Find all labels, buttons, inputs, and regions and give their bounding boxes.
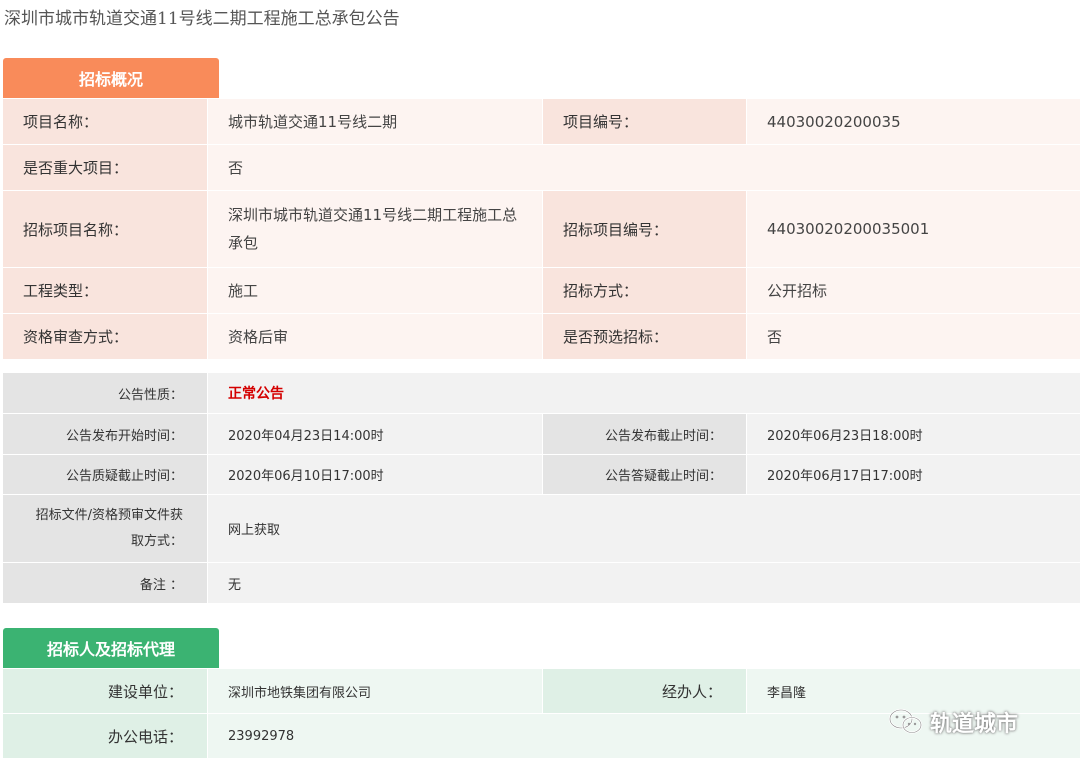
value-project-number: 44030020200035 [747,99,1080,144]
label-answer-deadline: 公告答疑截止时间： [543,455,746,494]
value-remarks: 无 [208,563,1080,603]
label-qualification-review: 资格审查方式： [3,314,207,359]
label-bid-method: 招标方式： [543,268,746,313]
tab-bid-overview[interactable]: 招标概况 [3,58,219,98]
label-office-phone: 办公电话： [3,714,207,758]
value-bid-project-name: 深圳市城市轨道交通11号线二期工程施工总承包 [208,191,542,267]
value-document-access: 网上获取 [208,495,1080,562]
value-bid-method: 公开招标 [747,268,1080,313]
label-bid-project-number: 招标项目编号： [543,191,746,267]
table-row: 备注 ： 无 [3,563,1080,603]
value-project-type: 施工 [208,268,542,313]
value-publish-start: 2020年04月23日14:00时 [208,414,542,454]
label-publish-start: 公告发布开始时间： [3,414,207,454]
table-row: 工程类型： 施工 招标方式： 公开招标 [3,268,1080,313]
label-project-type: 工程类型： [3,268,207,313]
watermark-text: 轨道城市 [930,712,1019,737]
label-document-access: 招标文件/资格预审文件获取方式： [3,495,207,562]
label-notice-type: 公告性质： [3,373,207,413]
value-construction-unit: 深圳市地铁集团有限公司 [208,669,542,713]
table-row: 招标项目名称： 深圳市城市轨道交通11号线二期工程施工总承包 招标项目编号： 4… [3,191,1080,267]
table-row: 是否重大项目： 否 [3,145,1080,190]
label-bid-project-name: 招标项目名称： [3,191,207,267]
table-row: 项目名称： 城市轨道交通11号线二期 项目编号： 44030020200035 [3,99,1080,144]
label-remarks: 备注 ： [3,563,207,603]
value-publish-end: 2020年06月23日18:00时 [747,414,1080,454]
label-preselection: 是否预选招标： [543,314,746,359]
value-project-name: 城市轨道交通11号线二期 [208,99,542,144]
label-handler: 经办人： [543,669,746,713]
page-title: 深圳市城市轨道交通11号线二期工程施工总承包公告 [4,9,400,29]
value-query-deadline: 2020年06月10日17:00时 [208,455,542,494]
value-answer-deadline: 2020年06月17日17:00时 [747,455,1080,494]
table-row: 公告性质： 正常公告 [3,373,1080,413]
tab-tenderer-agent[interactable]: 招标人及招标代理 [3,628,219,668]
label-publish-end: 公告发布截止时间： [543,414,746,454]
table-row: 公告质疑截止时间： 2020年06月10日17:00时 公告答疑截止时间： 20… [3,455,1080,494]
table-row: 资格审查方式： 资格后审 是否预选招标： 否 [3,314,1080,359]
label-major-project: 是否重大项目： [3,145,207,190]
table-row: 招标文件/资格预审文件获取方式： 网上获取 [3,495,1080,562]
wechat-icon [888,708,923,734]
label-construction-unit: 建设单位： [3,669,207,713]
label-project-name: 项目名称： [3,99,207,144]
table-row: 公告发布开始时间： 2020年04月23日14:00时 公告发布截止时间： 20… [3,414,1080,454]
value-qualification-review: 资格后审 [208,314,542,359]
value-notice-type: 正常公告 [208,373,1080,413]
label-query-deadline: 公告质疑截止时间： [3,455,207,494]
label-project-number: 项目编号： [543,99,746,144]
value-bid-project-number: 44030020200035001 [747,191,1080,267]
value-major-project: 否 [208,145,1080,190]
watermark: 轨道城市 [888,706,1018,738]
value-preselection: 否 [747,314,1080,359]
